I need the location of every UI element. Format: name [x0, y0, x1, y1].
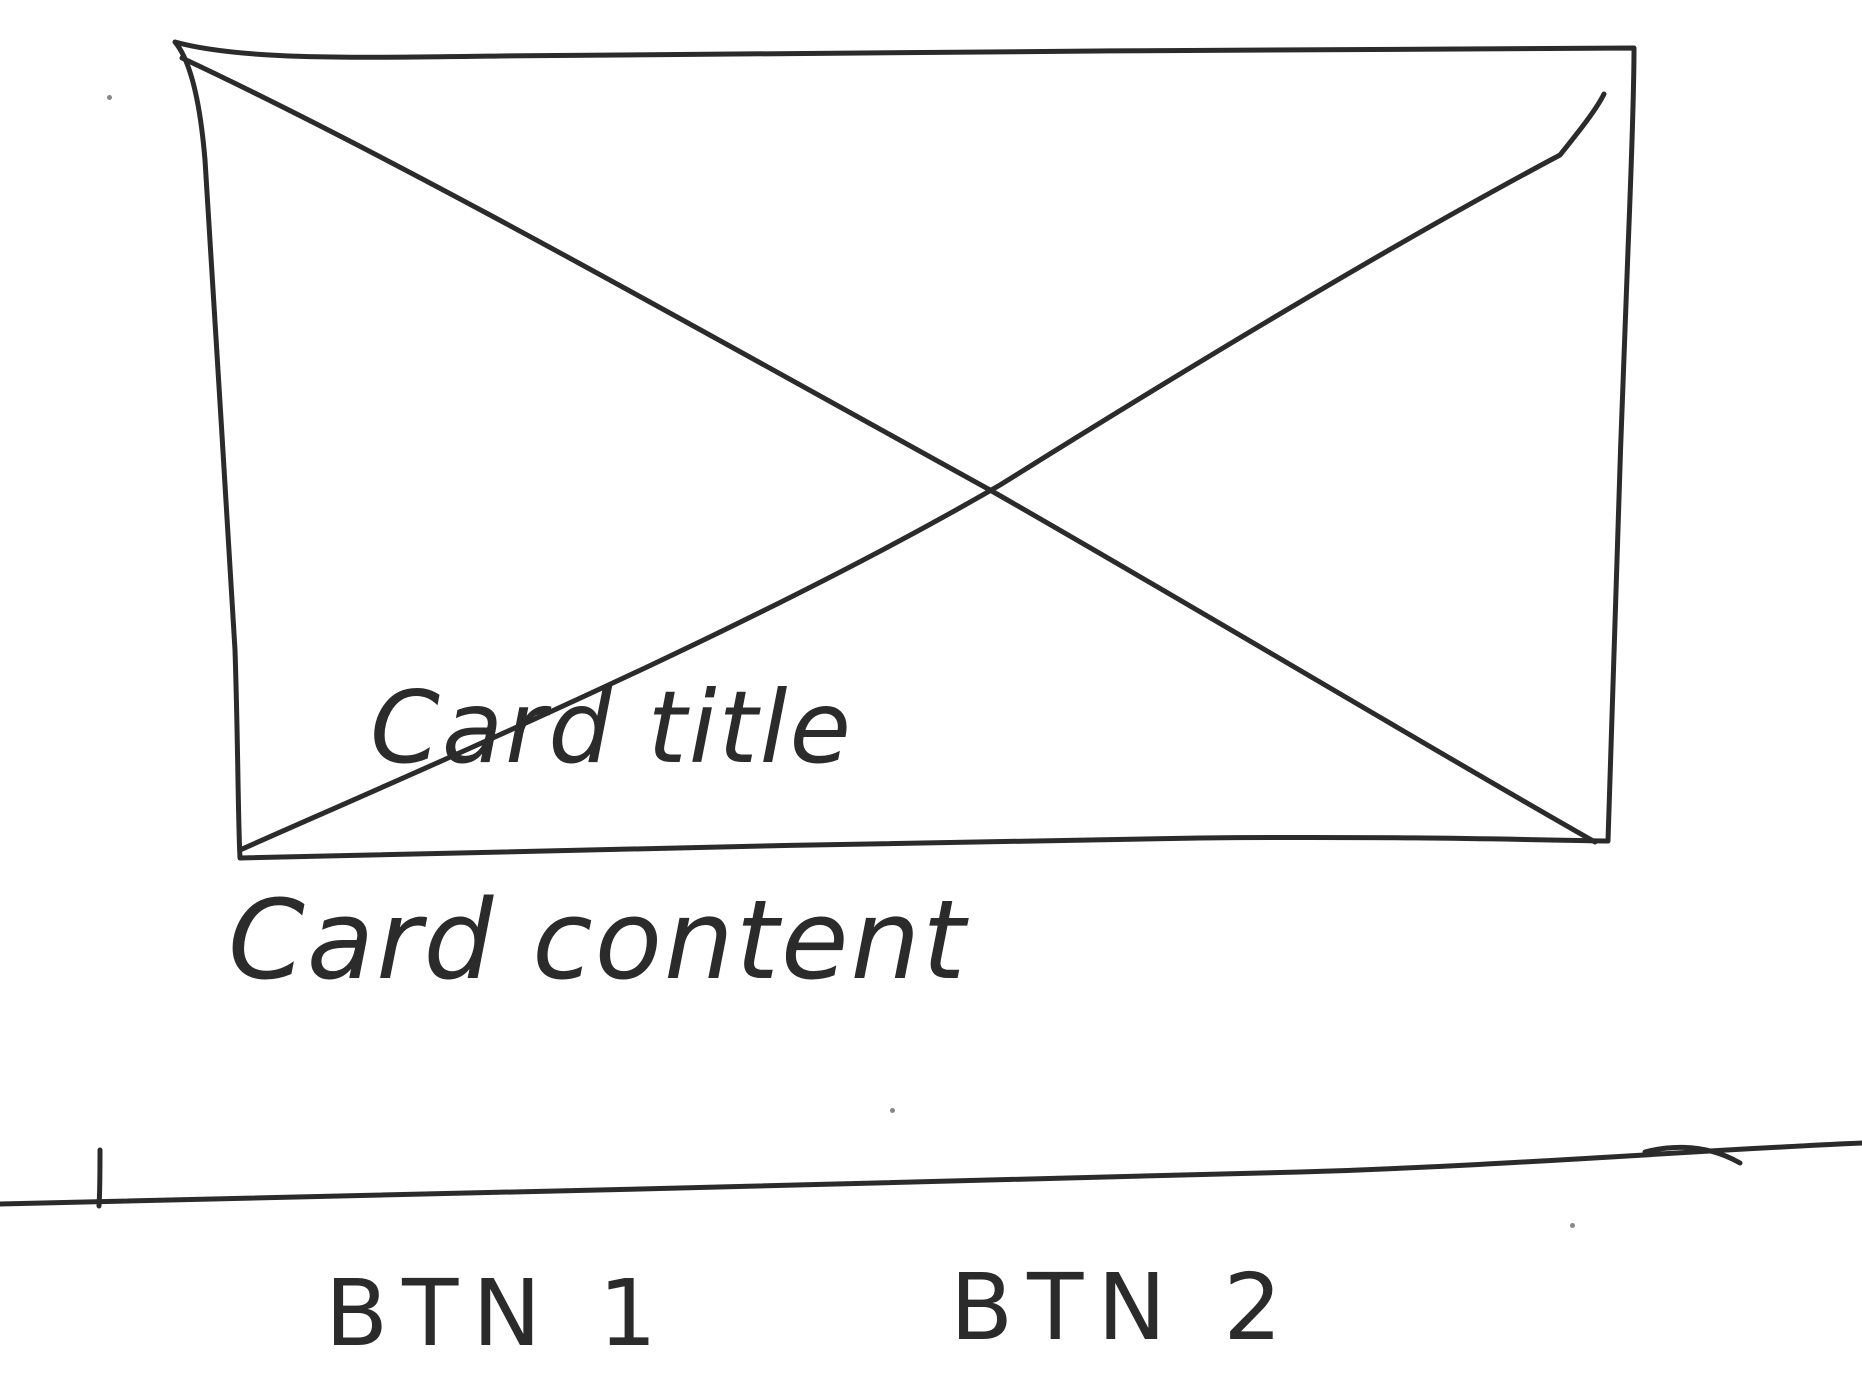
btn-1-button[interactable]: BTN 1 — [325, 1268, 671, 1360]
wireframe-sketch — [0, 39, 1862, 1209]
card-title: Card title — [370, 669, 853, 786]
btn-2-button[interactable]: BTN 2 — [950, 1262, 1296, 1354]
card-content: Card content — [228, 876, 968, 1004]
paper-speck — [1570, 1223, 1575, 1228]
actions-divider — [0, 1140, 1862, 1207]
paper-speck — [107, 95, 112, 100]
paper-speck — [890, 1108, 895, 1113]
divider-left-tick — [96, 1147, 103, 1209]
